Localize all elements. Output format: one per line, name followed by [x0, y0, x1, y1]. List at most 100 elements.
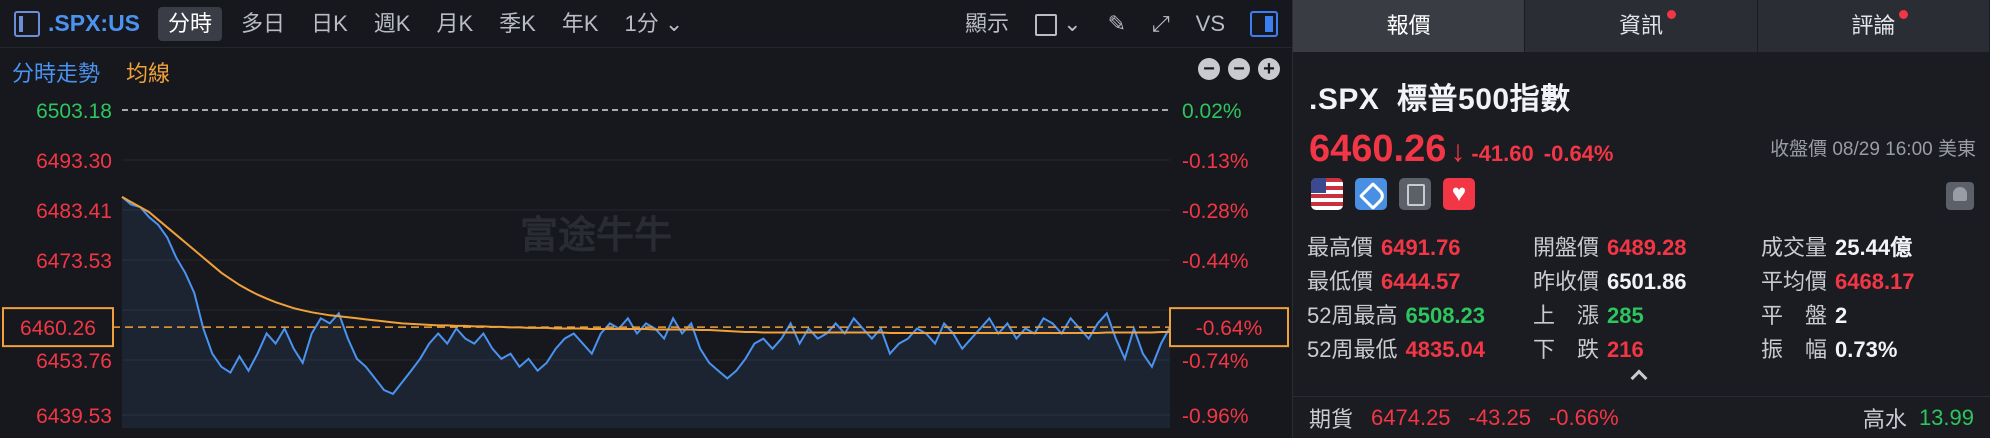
stat-value: 4835.04 [1405, 337, 1486, 362]
price-change: -41.60 [1471, 141, 1534, 166]
stat-label: 開盤價 [1533, 235, 1600, 260]
stat-label: 振 幅 [1761, 337, 1828, 362]
stat-value: 2 [1835, 303, 1848, 328]
stat-prev-close: 昨收價 6501.86 [1533, 264, 1687, 296]
tab-comments[interactable]: 評論 [1757, 0, 1990, 52]
stat-avg-price: 平均價 6468.17 [1761, 264, 1915, 296]
pct-tick-label: -0.13% [1182, 150, 1249, 173]
stat-label: 52周最低 [1307, 337, 1398, 362]
tab-week-k[interactable]: 週K [361, 0, 424, 48]
pct-tick-label: -0.28% [1182, 200, 1249, 223]
tab-intraday[interactable]: 分時 [158, 6, 223, 41]
sidebar-toggle-icon[interactable] [14, 10, 40, 37]
document-icon[interactable] [1399, 178, 1431, 210]
quote-tabs: 報價 資訊 評論 [1293, 0, 1990, 52]
stat-value: 6491.76 [1381, 235, 1461, 260]
tab-month-k[interactable]: 月K [423, 0, 486, 48]
stat-amplitude: 振 幅 0.73% [1761, 332, 1897, 364]
tab-1min-label: 1分 [624, 10, 659, 36]
chevron-down-icon: ⌄ [1063, 10, 1082, 36]
fullscreen-icon[interactable]: ⤢ [1139, 0, 1183, 48]
tab-quote-label: 報價 [1386, 13, 1431, 38]
tab-quarter-k[interactable]: 季K [486, 0, 549, 48]
stat-label: 最低價 [1307, 269, 1374, 294]
tab-comments-label: 評論 [1851, 13, 1896, 38]
stat-high: 最高價 6491.76 [1307, 230, 1461, 262]
pct-tick-label: -0.74% [1182, 350, 1249, 373]
pct-tick-label: -0.96% [1182, 405, 1249, 428]
futures-change: -43.25 [1468, 404, 1531, 430]
tab-quote[interactable]: 報價 [1293, 0, 1526, 52]
stock-name: 標普500指數 [1397, 83, 1571, 116]
chart-toolbar: .SPX:US 分時 多日 日K 週K 月K 季K 年K 1分 ⌄ 顯示 ⌄ ✎… [0, 0, 1292, 48]
stat-value: 6489.28 [1607, 235, 1687, 260]
stock-code: .SPX [1309, 83, 1380, 116]
stat-value: 6508.23 [1405, 303, 1486, 328]
chart-panel: .SPX:US 分時 多日 日K 週K 月K 季K 年K 1分 ⌄ 顯示 ⌄ ✎… [0, 0, 1292, 438]
tag-icon[interactable] [1355, 178, 1387, 210]
intraday-chart[interactable]: 富途牛牛 6503.18 6493.30 6483.41 6473.53 6453.76 6… [0, 48, 1292, 438]
compare-button[interactable]: VS [1183, 0, 1238, 48]
stat-label: 上 漲 [1533, 303, 1600, 328]
futures-change-pct: -0.66% [1548, 404, 1619, 430]
tab-news-label: 資訊 [1618, 13, 1663, 38]
notification-dot [1667, 10, 1676, 19]
stat-advancers: 上 漲 285 [1533, 298, 1644, 330]
premium-value: 13.99 [1918, 404, 1974, 430]
quote-panel: 報價 資訊 評論 .SPX 標普500指數 6460.26 ↓ -41.60 -… [1292, 0, 1990, 438]
panel-toggle-icon[interactable] [1250, 10, 1278, 37]
stat-label: 最高價 [1307, 235, 1374, 260]
alert-bell-icon[interactable] [1946, 182, 1974, 210]
stat-unchanged: 平 盤 2 [1761, 298, 1847, 330]
stat-label: 成交量 [1761, 235, 1828, 260]
stat-label: 平 盤 [1761, 303, 1828, 328]
last-price: 6460.26 [1309, 128, 1447, 170]
stat-low: 最低價 6444.57 [1307, 264, 1461, 296]
stat-label: 52周最高 [1307, 303, 1398, 328]
us-flag-icon[interactable] [1311, 178, 1343, 210]
tab-multi-day[interactable]: 多日 [228, 0, 298, 48]
stat-value: 25.44億 [1835, 235, 1913, 260]
stock-title: .SPX 標普500指數 [1309, 74, 1571, 118]
tab-1min[interactable]: 1分 ⌄ [612, 0, 697, 48]
price-change-pct: -0.64% [1543, 141, 1614, 166]
badge-row [1311, 178, 1475, 210]
stat-value: 216 [1607, 337, 1644, 362]
stat-label: 昨收價 [1533, 269, 1600, 294]
y-tick-label: 6483.41 [36, 200, 112, 223]
stat-label: 下 跌 [1533, 337, 1600, 362]
price-row: 6460.26 ↓ -41.60 -0.64% [1309, 128, 1623, 171]
y-tick-label: 6493.30 [36, 150, 112, 173]
notification-dot [1899, 10, 1909, 19]
display-menu[interactable]: 顯示 [952, 0, 1022, 48]
collapse-caret-icon[interactable] [1630, 369, 1648, 387]
favorite-heart-icon[interactable] [1443, 178, 1475, 210]
symbol-label[interactable]: .SPX:US [40, 10, 152, 37]
stat-value: 6468.17 [1835, 269, 1915, 294]
drawing-box-menu[interactable]: ⌄ [1022, 0, 1095, 48]
chevron-down-icon: ⌄ [664, 10, 684, 36]
pct-tick-label: 0.02% [1182, 100, 1242, 123]
stat-open: 開盤價 6489.28 [1533, 230, 1687, 262]
y-tick-label: 6473.53 [36, 250, 112, 273]
down-arrow-icon: ↓ [1450, 135, 1466, 168]
futures-label: 期貨 [1309, 406, 1354, 432]
premium-label: 高水 [1862, 406, 1907, 432]
stat-value: 285 [1607, 303, 1644, 328]
stat-value: 6501.86 [1607, 269, 1687, 294]
pct-tick-label: -0.44% [1182, 250, 1249, 273]
stat-52w-high: 52周最高 6508.23 [1307, 298, 1485, 330]
tab-year-k[interactable]: 年K [549, 0, 612, 48]
y-tick-label: 6453.76 [36, 350, 112, 373]
stat-decliners: 下 跌 216 [1533, 332, 1644, 364]
current-pct-label: -0.64% [1196, 317, 1263, 340]
tab-day-k[interactable]: 日K [298, 0, 361, 48]
futures-price: 6474.25 [1371, 404, 1451, 430]
y-tick-label: 6503.18 [36, 100, 112, 123]
tab-news[interactable]: 資訊 [1525, 0, 1758, 52]
stat-label: 平均價 [1761, 269, 1828, 294]
checkbox-icon [1035, 13, 1058, 36]
pen-icon[interactable]: ✎ [1095, 0, 1139, 48]
watermark-text: 富途牛牛 [520, 213, 672, 257]
futures-row[interactable]: 期貨 6474.25 -43.25 -0.66% 高水 13.99 [1293, 396, 1990, 438]
